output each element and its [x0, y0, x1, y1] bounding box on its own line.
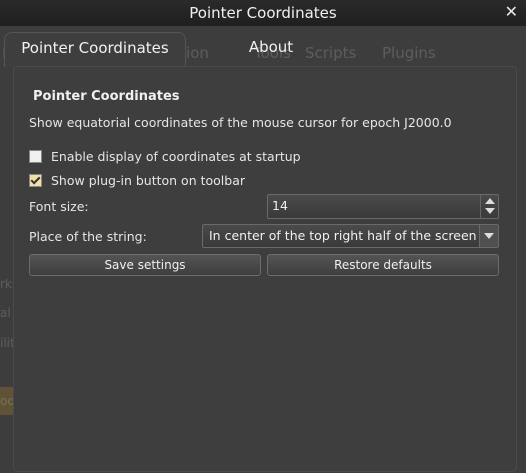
- close-icon[interactable]: ✕: [505, 2, 518, 21]
- restore-defaults-button[interactable]: Restore defaults: [267, 254, 499, 276]
- settings-panel: Pointer Coordinates Show equatorial coor…: [13, 66, 517, 472]
- tab-bar: Pointer Coordinates About: [0, 26, 526, 67]
- save-settings-button[interactable]: Save settings: [29, 254, 261, 276]
- arrow-down-icon[interactable]: [485, 208, 495, 214]
- place-select[interactable]: In center of the top right half of the s…: [202, 224, 499, 248]
- window-title: Pointer Coordinates: [189, 4, 337, 22]
- place-value: In center of the top right half of the s…: [209, 228, 477, 243]
- tab-pointer-coordinates[interactable]: Pointer Coordinates: [4, 32, 186, 67]
- font-size-value[interactable]: 14: [272, 198, 288, 213]
- enable-startup-checkbox-row[interactable]: Enable display of coordinates at startup: [29, 149, 301, 164]
- place-label: Place of the string:: [29, 229, 147, 244]
- spinbox-arrows: [480, 195, 498, 218]
- enable-startup-checkbox[interactable]: [29, 150, 42, 163]
- title-bar: Pointer Coordinates ✕: [0, 0, 526, 26]
- description-text: Show equatorial coordinates of the mouse…: [29, 115, 452, 130]
- font-size-label: Font size:: [29, 199, 89, 214]
- chevron-down-icon[interactable]: [479, 225, 498, 247]
- show-button-checkbox-row[interactable]: Show plug-in button on toolbar: [29, 173, 245, 188]
- show-button-label: Show plug-in button on toolbar: [51, 173, 245, 188]
- font-size-spinbox[interactable]: 14: [267, 194, 499, 219]
- enable-startup-label: Enable display of coordinates at startup: [51, 149, 301, 164]
- arrow-up-icon[interactable]: [485, 198, 495, 204]
- tab-about[interactable]: About: [230, 32, 312, 66]
- section-title: Pointer Coordinates: [33, 89, 180, 104]
- show-button-checkbox[interactable]: [29, 174, 42, 187]
